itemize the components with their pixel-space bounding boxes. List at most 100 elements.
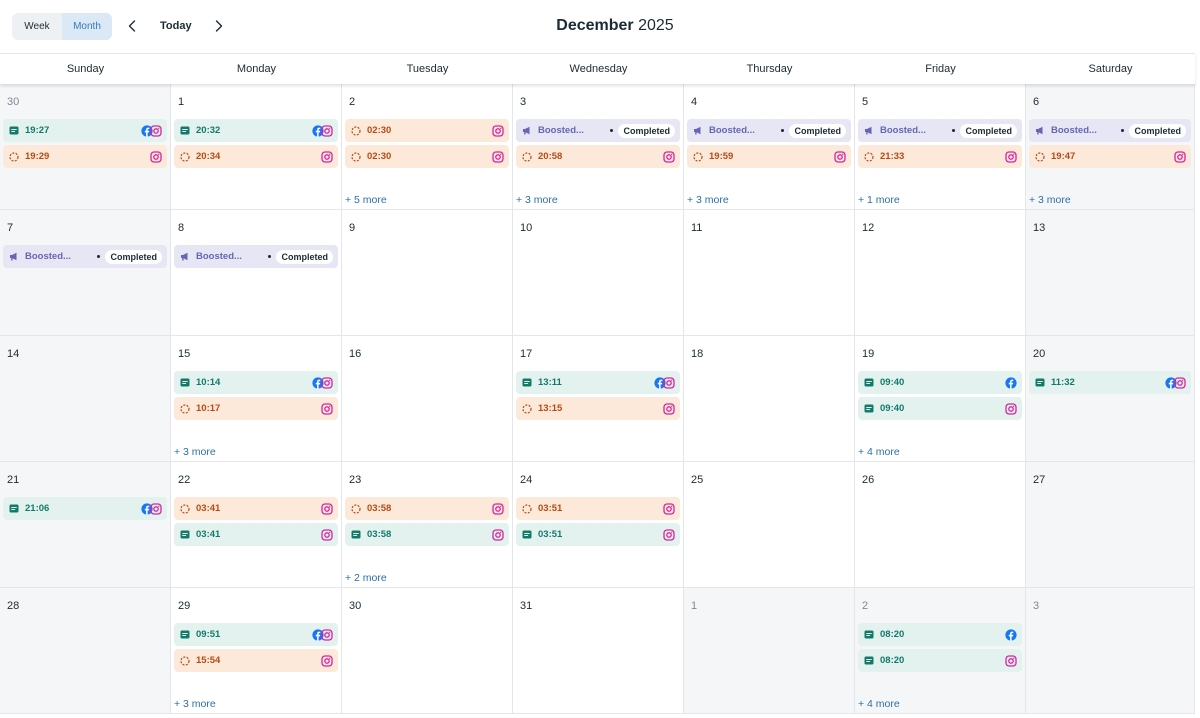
separator-dot: [97, 255, 101, 258]
post-event[interactable]: 09:40: [858, 371, 1022, 394]
day-cell[interactable]: 15 10:14 10:17 + 3 more: [171, 336, 342, 462]
day-cell[interactable]: 12: [855, 210, 1026, 336]
show-more-link[interactable]: + 4 more: [858, 446, 900, 458]
day-cell[interactable]: 23 03:58 03:58 + 2 more: [342, 462, 513, 588]
day-cell[interactable]: 2 02:30 02:30 + 5 more: [342, 84, 513, 210]
post-event[interactable]: 09:51: [174, 623, 338, 646]
story-icon: [522, 503, 532, 514]
post-event[interactable]: 08:20: [858, 623, 1022, 646]
boosted-ad-event[interactable]: Boosted... Completed: [174, 245, 338, 268]
post-event[interactable]: 19:27: [3, 119, 167, 142]
show-more-link[interactable]: + 1 more: [858, 194, 900, 206]
story-event[interactable]: 03:41: [174, 497, 338, 520]
day-cell[interactable]: 22 03:41 03:41: [171, 462, 342, 588]
story-event[interactable]: 19:59: [687, 145, 851, 168]
day-cell[interactable]: 1: [684, 588, 855, 714]
day-cell[interactable]: 10: [513, 210, 684, 336]
story-icon: [351, 125, 361, 136]
post-event[interactable]: 09:40: [858, 397, 1022, 420]
day-cell[interactable]: 25: [684, 462, 855, 588]
day-cell[interactable]: 20 11:32: [1026, 336, 1195, 462]
story-event[interactable]: 10:17: [174, 397, 338, 420]
day-cell[interactable]: 24 03:51 03:51: [513, 462, 684, 588]
story-event[interactable]: 02:30: [345, 145, 509, 168]
story-event[interactable]: 03:58: [345, 497, 509, 520]
platform-icons: [1174, 150, 1186, 163]
story-event[interactable]: 19:29: [3, 145, 167, 168]
day-cell[interactable]: 26: [855, 462, 1026, 588]
post-event[interactable]: 11:32: [1029, 371, 1191, 394]
show-more-link[interactable]: + 3 more: [687, 194, 729, 206]
post-event[interactable]: 21:06: [3, 497, 167, 520]
story-icon: [351, 151, 361, 162]
story-event[interactable]: 20:58: [516, 145, 680, 168]
day-cell[interactable]: 27: [1026, 462, 1195, 588]
story-event[interactable]: 15:54: [174, 649, 338, 672]
story-event[interactable]: 19:47: [1029, 145, 1191, 168]
day-cell[interactable]: 16: [342, 336, 513, 462]
platform-icons: [141, 124, 162, 137]
post-event[interactable]: 13:11: [516, 371, 680, 394]
post-event[interactable]: 03:51: [516, 523, 680, 546]
post-event[interactable]: 10:14: [174, 371, 338, 394]
day-cell[interactable]: 31: [513, 588, 684, 714]
story-icon: [351, 503, 361, 514]
show-more-link[interactable]: + 3 more: [1029, 194, 1071, 206]
status-badge: Completed: [1129, 123, 1186, 138]
status-badge: Completed: [105, 249, 162, 264]
platform-icons: [492, 528, 504, 541]
boosted-ad-event[interactable]: Boosted... Completed: [858, 119, 1022, 142]
day-cell[interactable]: 2 08:20 08:20 + 4 more: [855, 588, 1026, 714]
story-event[interactable]: 13:15: [516, 397, 680, 420]
day-cell[interactable]: 9: [342, 210, 513, 336]
day-cell[interactable]: 21 21:06: [0, 462, 171, 588]
day-number: 23: [349, 474, 362, 486]
day-cell[interactable]: 18: [684, 336, 855, 462]
show-more-link[interactable]: + 3 more: [174, 698, 216, 710]
show-more-link[interactable]: + 3 more: [516, 194, 558, 206]
show-more-link[interactable]: + 5 more: [345, 194, 387, 206]
day-cell[interactable]: 6 Boosted... Completed 19:47 + 3 more: [1026, 84, 1195, 210]
story-event[interactable]: 20:34: [174, 145, 338, 168]
story-event[interactable]: 21:33: [858, 145, 1022, 168]
day-cell[interactable]: 29 09:51 15:54 + 3 more: [171, 588, 342, 714]
story-event[interactable]: 02:30: [345, 119, 509, 142]
story-event[interactable]: 03:51: [516, 497, 680, 520]
post-icon: [180, 378, 190, 388]
show-more-link[interactable]: + 4 more: [858, 698, 900, 710]
day-number: 14: [7, 348, 20, 360]
post-event[interactable]: 03:41: [174, 523, 338, 546]
day-cell[interactable]: 3: [1026, 588, 1195, 714]
day-number: 17: [520, 348, 533, 360]
day-cell[interactable]: 7 Boosted... Completed: [0, 210, 171, 336]
instagram-icon: [321, 124, 333, 137]
day-cell[interactable]: 5 Boosted... Completed 21:33 + 1 more: [855, 84, 1026, 210]
day-cell[interactable]: 8 Boosted... Completed: [171, 210, 342, 336]
boosted-ad-event[interactable]: Boosted... Completed: [687, 119, 851, 142]
day-cell[interactable]: 1 20:32 20:34: [171, 84, 342, 210]
boosted-ad-event[interactable]: Boosted... Completed: [1029, 119, 1191, 142]
instagram-icon: [663, 502, 675, 515]
post-icon: [9, 126, 19, 136]
post-event[interactable]: 03:58: [345, 523, 509, 546]
instagram-icon: [1005, 654, 1017, 667]
show-more-link[interactable]: + 2 more: [345, 572, 387, 584]
boosted-ad-event[interactable]: Boosted... Completed: [516, 119, 680, 142]
post-event[interactable]: 20:32: [174, 119, 338, 142]
show-more-link[interactable]: + 3 more: [174, 446, 216, 458]
weekday-wednesday: Wednesday: [569, 63, 628, 75]
day-cell[interactable]: 3 Boosted... Completed 20:58 + 3 more: [513, 84, 684, 210]
day-cell[interactable]: 4 Boosted... Completed 19:59 + 3 more: [684, 84, 855, 210]
day-cell[interactable]: 30 19:27 19:29: [0, 84, 171, 210]
day-cell[interactable]: 19 09:40 09:40 + 4 more: [855, 336, 1026, 462]
day-cell[interactable]: 14: [0, 336, 171, 462]
boosted-ad-event[interactable]: Boosted... Completed: [3, 245, 167, 268]
day-number: 30: [7, 96, 20, 108]
day-cell[interactable]: 17 13:11 13:15: [513, 336, 684, 462]
day-cell[interactable]: 13: [1026, 210, 1195, 336]
day-cell[interactable]: 30: [342, 588, 513, 714]
day-cell[interactable]: 28: [0, 588, 171, 714]
day-cell[interactable]: 11: [684, 210, 855, 336]
event-time: 02:30: [367, 125, 392, 136]
post-event[interactable]: 08:20: [858, 649, 1022, 672]
